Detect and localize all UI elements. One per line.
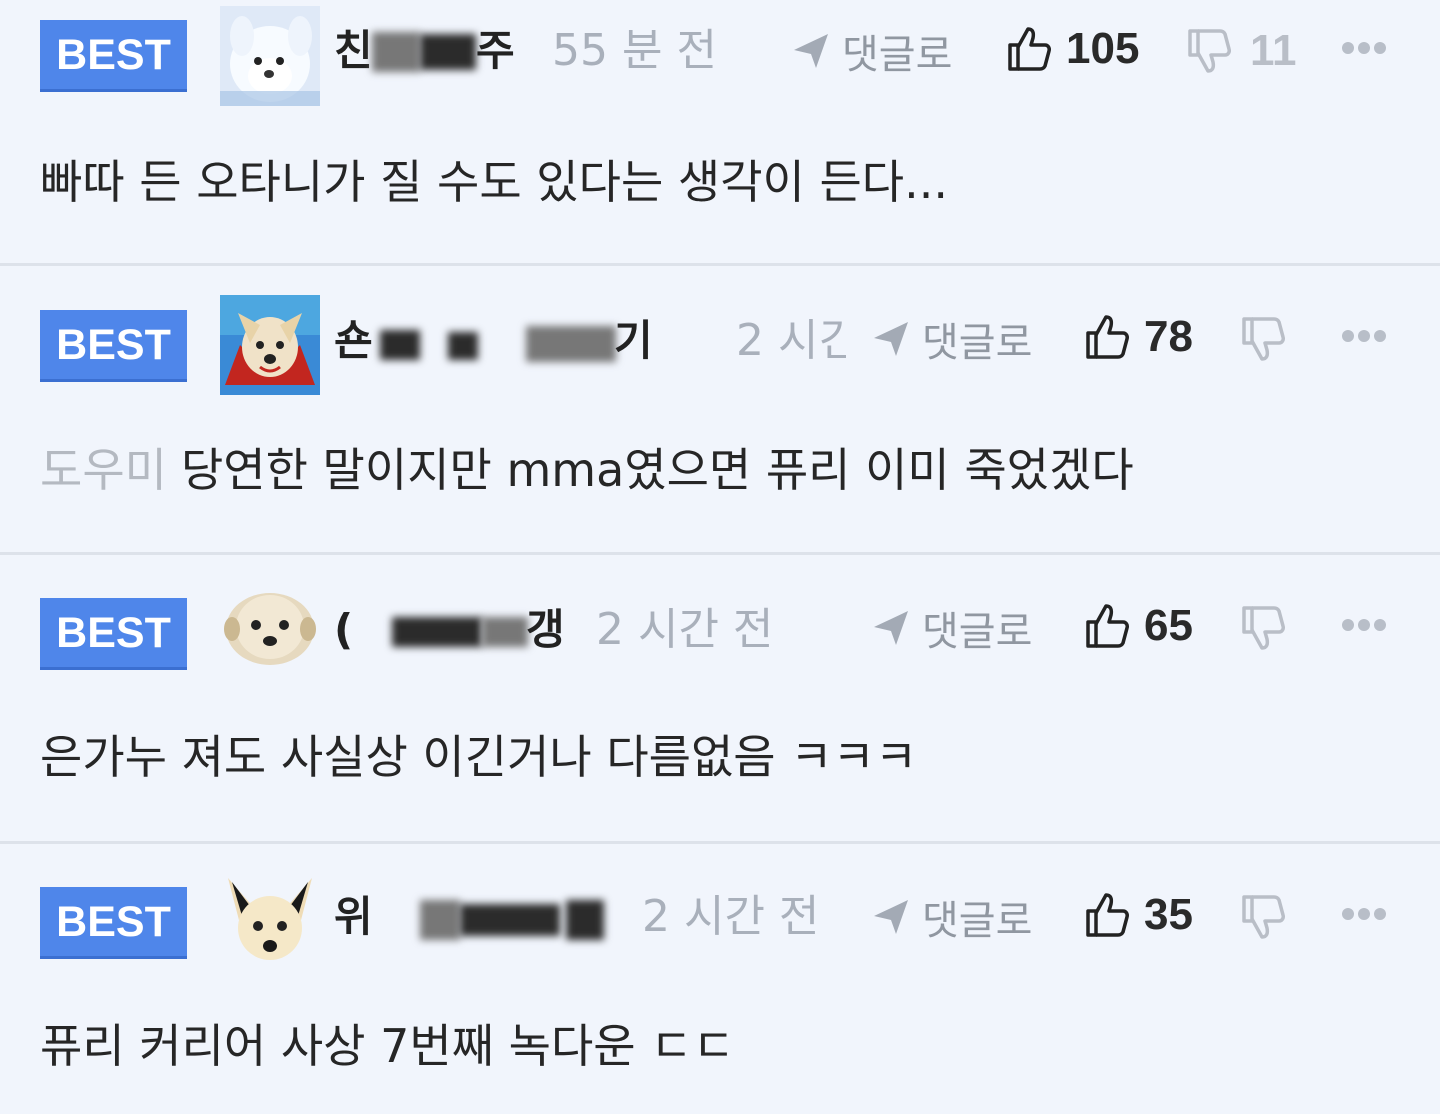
dog-hero-avatar-icon (220, 295, 320, 395)
more-icon (1342, 908, 1354, 920)
timestamp: 2 시긴 (736, 316, 846, 366)
reply-button[interactable]: 댓글로 (870, 892, 1032, 944)
nickname-blur (460, 904, 560, 936)
comment-item: BEST 숀 기 2 시긴 댓글로 78 도우미 당연한 말이지만 mma였으면… (0, 266, 1440, 552)
thumbs-up-icon (1008, 27, 1051, 71)
avatar[interactable] (220, 6, 320, 106)
nickname-blur (380, 330, 420, 360)
comment-list: BEST 친 주 55 분 전 댓글로 105 11 빠따 든 오타니가 질 수… (0, 0, 1440, 1114)
thumbs-up-icon (1086, 893, 1129, 937)
thumbs-down-icon (1188, 29, 1231, 73)
like-button[interactable]: 78 (1084, 312, 1193, 362)
dislike-button[interactable]: 11 (1186, 26, 1297, 76)
more-button[interactable] (1342, 619, 1386, 633)
timestamp: 55 분 전 (552, 26, 717, 76)
more-button[interactable] (1342, 330, 1386, 344)
more-button[interactable] (1342, 42, 1386, 56)
best-badge: BEST (40, 310, 187, 382)
dislike-button[interactable] (1240, 314, 1304, 364)
nickname-end: 갱 (526, 605, 565, 654)
thumbs-up-icon (1086, 315, 1129, 359)
thumbs-down-icon (1242, 317, 1285, 361)
reply-button[interactable]: 댓글로 (790, 26, 952, 78)
timestamp: 2 시간 전 (642, 892, 820, 942)
mention[interactable]: 도우미 (40, 443, 167, 497)
comment-text: 도우미 당연한 말이지만 mma였으면 퓨리 이미 죽었겠다 (40, 443, 1134, 497)
puppy-avatar-icon (220, 581, 320, 681)
nickname-blur (566, 900, 604, 940)
nickname-blur (482, 617, 528, 647)
comment-text: 은가누 져도 사실상 이긴거나 다름없음 ㅋㅋㅋ (40, 730, 918, 784)
more-icon (1342, 619, 1354, 631)
more-button[interactable] (1342, 908, 1386, 922)
comment-text: 퓨리 커리어 사상 7번째 녹다운 ㄷㄷ (40, 1019, 735, 1073)
avatar[interactable] (220, 295, 320, 395)
shiba-avatar-icon (220, 872, 320, 972)
best-badge: BEST (40, 598, 187, 670)
arrow-icon (874, 322, 908, 356)
dislike-button[interactable] (1240, 892, 1304, 942)
dislike-button[interactable] (1240, 603, 1304, 653)
thumbs-up-icon (1086, 604, 1129, 648)
nickname-blur (392, 617, 482, 647)
avatar[interactable] (220, 581, 320, 681)
nickname-blur (448, 332, 478, 360)
arrow-icon (874, 611, 908, 645)
reply-button[interactable]: 댓글로 (870, 603, 1032, 655)
nickname-end: 주 (476, 26, 515, 75)
nickname[interactable]: 위 (334, 892, 373, 942)
nickname[interactable]: 숀 (334, 316, 373, 366)
comment-item: BEST 위 2 시간 전 댓글로 35 퓨리 커리어 사상 7번째 녹다운 ㄷ… (0, 844, 1440, 1114)
nickname-end: 기 (614, 316, 653, 365)
like-button[interactable]: 105 (1006, 24, 1139, 74)
timestamp: 2 시간 전 (596, 605, 774, 655)
like-button[interactable]: 35 (1084, 890, 1193, 940)
more-icon (1342, 330, 1354, 342)
thumbs-down-icon (1242, 606, 1285, 650)
nickname[interactable]: ( (334, 605, 353, 655)
comment-item: BEST ( 갱 2 시간 전 댓글로 65 은가누 져도 사실상 이긴거나 다… (0, 555, 1440, 841)
thumbs-down-icon (1242, 895, 1285, 939)
reply-button[interactable]: 댓글로 (870, 314, 1032, 366)
arrow-icon (874, 900, 908, 934)
nickname-blur (526, 326, 616, 362)
comment-text: 빠따 든 오타니가 질 수도 있다는 생각이 든다... (40, 155, 948, 209)
nickname-blur (420, 34, 476, 70)
avatar[interactable] (220, 872, 320, 972)
best-badge: BEST (40, 20, 187, 92)
comment-item: BEST 친 주 55 분 전 댓글로 105 11 빠따 든 오타니가 질 수… (0, 0, 1440, 263)
nickname[interactable]: 친 (334, 26, 373, 76)
best-badge: BEST (40, 887, 187, 959)
arrow-icon (794, 34, 828, 68)
nickname-blur (420, 900, 460, 940)
white-dog-avatar-icon (220, 6, 320, 106)
nickname-blur (372, 32, 420, 72)
like-button[interactable]: 65 (1084, 601, 1193, 651)
more-icon (1342, 42, 1354, 54)
